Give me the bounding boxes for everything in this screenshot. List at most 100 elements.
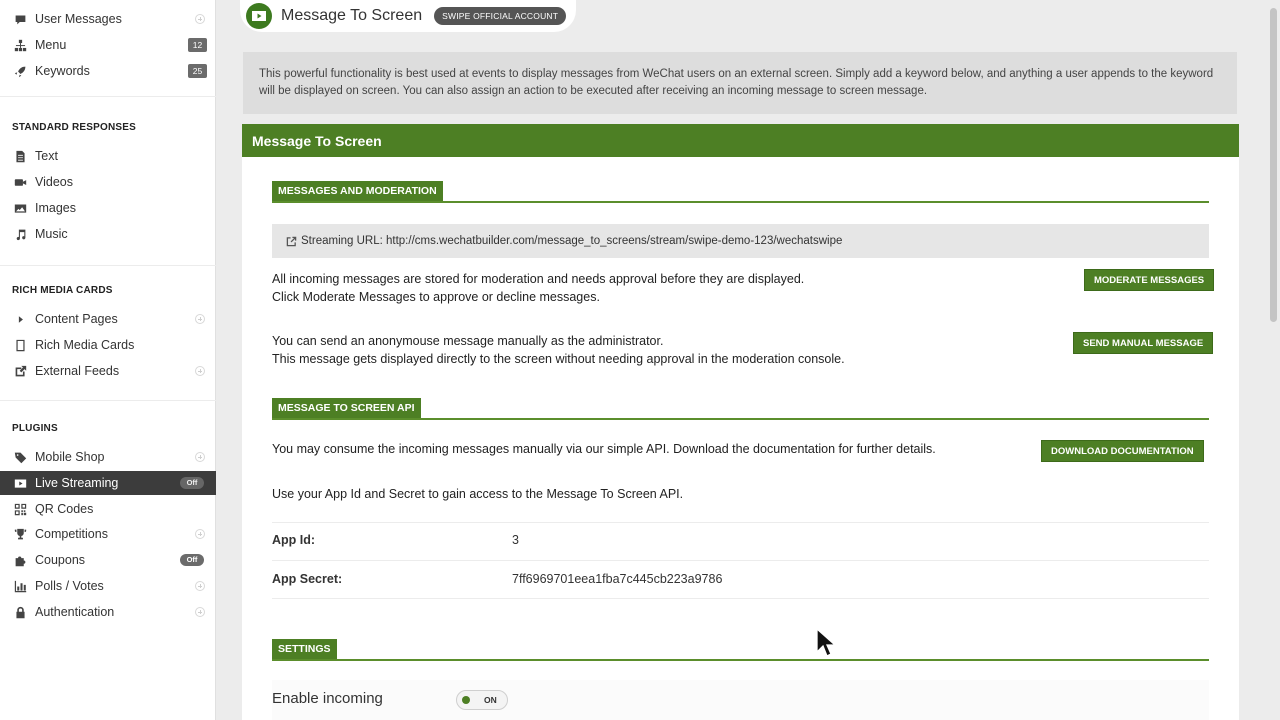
- sidebar-item-authentication[interactable]: Authentication: [0, 600, 216, 624]
- caret-right-icon: [12, 311, 28, 327]
- tag-icon: [12, 449, 28, 465]
- sidebar-item-label: External Feeds: [35, 364, 120, 378]
- count-badge: 12: [188, 38, 207, 52]
- sidebar-item-content-pages[interactable]: Content Pages: [0, 307, 216, 331]
- section-divider: [272, 659, 1209, 661]
- info-description: This powerful functionality is best used…: [243, 52, 1237, 114]
- divider: [0, 265, 216, 266]
- sidebar-item-music[interactable]: Music: [0, 222, 216, 246]
- document-icon: [12, 148, 28, 164]
- sidebar-item-label: Videos: [35, 175, 73, 189]
- api-consume-text: You may consume the incoming messages ma…: [272, 442, 936, 456]
- api-access-text: Use your App Id and Secret to gain acces…: [272, 487, 684, 501]
- sidebar-item-mobile-shop[interactable]: Mobile Shop: [0, 445, 216, 469]
- sidebar-item-external-feeds[interactable]: External Feeds: [0, 359, 216, 383]
- mouse-cursor-icon: [816, 628, 836, 657]
- sidebar-item-images[interactable]: Images: [0, 196, 216, 220]
- toggle-state: ON: [484, 695, 497, 705]
- section-title-settings: SETTINGS: [272, 639, 337, 659]
- sidebar-item-keywords[interactable]: Keywords 25: [0, 59, 216, 83]
- row-divider: [272, 598, 1209, 599]
- download-documentation-button[interactable]: DOWNLOAD DOCUMENTATION: [1041, 440, 1204, 462]
- section-title-moderation: MESSAGES AND MODERATION: [272, 181, 443, 201]
- sidebar-item-label: Rich Media Cards: [35, 338, 135, 352]
- page-title: Message To Screen: [281, 7, 423, 24]
- moderation-text-line2: Click Moderate Messages to approve or de…: [272, 290, 600, 304]
- add-icon[interactable]: [195, 581, 205, 591]
- divider: [0, 400, 216, 401]
- app-id-label: App Id:: [272, 533, 316, 547]
- streaming-url[interactable]: Streaming URL: http://cms.wechatbuilder.…: [272, 224, 1209, 258]
- page-scrollbar[interactable]: [1270, 8, 1277, 322]
- row-divider: [272, 522, 1209, 523]
- qr-code-icon: [12, 501, 28, 517]
- add-icon[interactable]: [195, 366, 205, 376]
- add-icon[interactable]: [195, 452, 205, 462]
- enable-incoming-toggle[interactable]: ON: [456, 690, 508, 710]
- sidebar-item-polls-votes[interactable]: Polls / Votes: [0, 574, 216, 598]
- sidebar-item-rich-media-cards[interactable]: Rich Media Cards: [0, 333, 216, 357]
- streaming-url-text: Streaming URL: http://cms.wechatbuilder.…: [301, 235, 843, 247]
- sidebar-item-label: Content Pages: [35, 312, 118, 326]
- sitemap-icon: [12, 37, 28, 53]
- sidebar-item-label: Polls / Votes: [35, 579, 104, 593]
- manual-message-text-line1: You can send an anonymouse message manua…: [272, 334, 664, 348]
- card-icon: [12, 337, 28, 353]
- section-heading-plugins: PLUGINS: [12, 423, 58, 434]
- add-icon[interactable]: [195, 314, 205, 324]
- sidebar-item-label: Music: [35, 227, 68, 241]
- section-heading-rich-media-cards: RICH MEDIA CARDS: [12, 285, 113, 296]
- sidebar-item-coupons[interactable]: Coupons Off: [0, 548, 216, 572]
- row-divider: [272, 560, 1209, 561]
- sidebar-item-label: QR Codes: [35, 502, 94, 516]
- puzzle-icon: [12, 552, 28, 568]
- status-badge: Off: [180, 477, 204, 489]
- sidebar-item-competitions[interactable]: Competitions: [0, 522, 216, 546]
- sidebar-item-videos[interactable]: Videos: [0, 170, 216, 194]
- sidebar-item-label: Text: [35, 149, 58, 163]
- external-link-icon: [286, 236, 297, 246]
- add-icon[interactable]: [195, 607, 205, 617]
- sidebar-item-user-messages[interactable]: User Messages: [0, 7, 216, 31]
- sidebar-item-label: Competitions: [35, 527, 108, 541]
- video-play-icon: [246, 3, 272, 29]
- app-secret-label: App Secret:: [272, 572, 343, 586]
- section-divider: [272, 418, 1209, 420]
- sidebar-item-text[interactable]: Text: [0, 144, 216, 168]
- picture-icon: [12, 200, 28, 216]
- trophy-icon: [12, 526, 28, 542]
- page-header: Message To Screen SWIPE OFFICIAL ACCOUNT: [240, 0, 576, 32]
- sidebar: User Messages Menu 12 Keywords 25 STANDA…: [0, 0, 216, 720]
- sidebar-item-qr-codes[interactable]: QR Codes: [0, 497, 216, 521]
- video-camera-icon: [12, 174, 28, 190]
- play-icon: [12, 475, 28, 491]
- account-badge[interactable]: SWIPE OFFICIAL ACCOUNT: [434, 7, 567, 25]
- app-secret-value: 7ff6969701eea1fba7c445cb223a9786: [512, 572, 723, 586]
- section-title-api: MESSAGE TO SCREEN API: [272, 398, 421, 418]
- moderation-text-line1: All incoming messages are stored for mod…: [272, 272, 805, 286]
- toggle-indicator: [462, 696, 470, 704]
- enable-incoming-label: Enable incoming: [272, 690, 383, 707]
- panel-title: Message To Screen: [242, 124, 1239, 157]
- rocket-icon: [12, 63, 28, 79]
- section-divider: [272, 201, 1209, 203]
- setting-row-enable-incoming: Enable incoming ON: [272, 680, 1209, 720]
- sidebar-item-live-streaming[interactable]: Live Streaming Off: [0, 471, 216, 495]
- add-icon[interactable]: [195, 14, 205, 24]
- status-badge: Off: [180, 554, 204, 566]
- lock-icon: [12, 604, 28, 620]
- bar-chart-icon: [12, 578, 28, 594]
- send-manual-message-button[interactable]: SEND MANUAL MESSAGE: [1073, 332, 1214, 354]
- sidebar-item-menu[interactable]: Menu 12: [0, 33, 216, 57]
- main-panel: Message To Screen MESSAGES AND MODERATIO…: [242, 124, 1239, 720]
- manual-message-text-line2: This message gets displayed directly to …: [272, 352, 845, 366]
- comment-icon: [12, 11, 28, 27]
- divider: [0, 96, 216, 97]
- external-link-icon: [12, 363, 28, 379]
- sidebar-item-label: User Messages: [35, 12, 122, 26]
- moderate-messages-button[interactable]: MODERATE MESSAGES: [1084, 269, 1215, 291]
- sidebar-item-label: Mobile Shop: [35, 450, 105, 464]
- count-badge: 25: [188, 64, 207, 78]
- add-icon[interactable]: [195, 529, 205, 539]
- music-note-icon: [12, 226, 28, 242]
